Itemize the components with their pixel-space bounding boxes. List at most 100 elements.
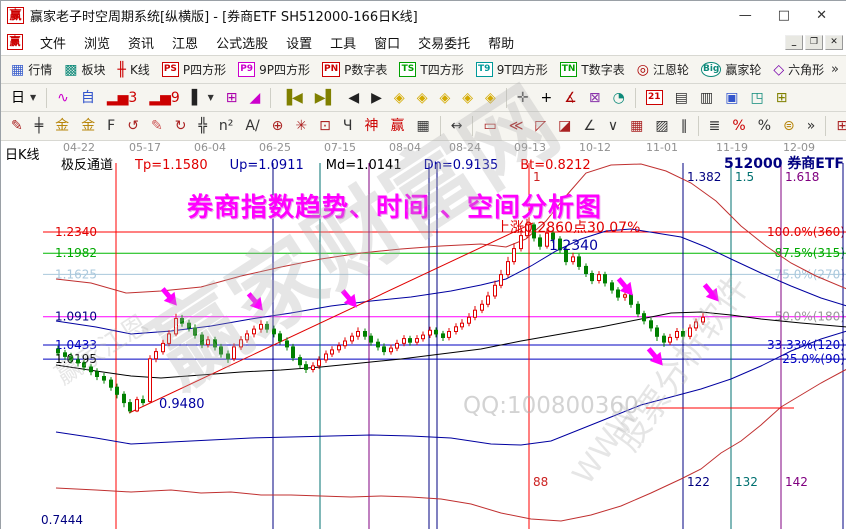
rect-frame-tool[interactable]: ▭: [477, 115, 502, 137]
trade-cart-button[interactable]: ⊞: [770, 87, 794, 109]
menu-item-2[interactable]: 浏览: [75, 29, 119, 56]
color-chart-tool[interactable]: ◢: [243, 87, 266, 109]
fib-f-tool[interactable]: F: [101, 115, 121, 137]
shen-tool[interactable]: 神: [358, 115, 384, 137]
next-bar-button[interactable]: ▶: [365, 87, 388, 109]
pencil2-tool[interactable]: ✎: [145, 115, 169, 137]
t9-square-button[interactable]: T99T四方形: [470, 58, 554, 81]
calendar-button[interactable]: 21: [640, 87, 669, 108]
gann-wheel-button[interactable]: ◎江恩轮: [631, 58, 695, 81]
maximize-button[interactable]: □: [778, 8, 790, 23]
notes-button[interactable]: ▥: [694, 87, 719, 109]
menu-item-4[interactable]: 江恩: [163, 29, 207, 56]
menu-item-3[interactable]: 资讯: [119, 29, 163, 56]
save-button[interactable]: ▣: [719, 87, 744, 109]
bars-3-tool[interactable]: ▂▅3: [101, 87, 143, 109]
toolbar-main-overflow[interactable]: »: [831, 62, 846, 77]
p-square-button[interactable]: PSP四方形: [156, 58, 232, 81]
width-marker-tool[interactable]: ↔: [445, 115, 469, 137]
spiral-tool[interactable]: ↺: [121, 115, 145, 137]
grid-arrow-tool[interactable]: ▨: [649, 115, 674, 137]
arc-square-tool[interactable]: ◸: [529, 115, 552, 137]
menu-item-6[interactable]: 设置: [277, 29, 321, 56]
hexagon-button[interactable]: ◇六角形: [767, 58, 830, 81]
starburst-tool[interactable]: ✳: [289, 115, 313, 137]
cycle-circle-tool[interactable]: ↻: [169, 115, 193, 137]
a-line-tool[interactable]: A/: [239, 115, 265, 137]
t-number-button[interactable]: TNT数字表: [554, 58, 631, 81]
diamond-expand-button[interactable]: ◈: [433, 87, 456, 109]
close-button[interactable]: ✕: [816, 8, 827, 23]
time-count-label: 122: [687, 475, 710, 489]
num-band-tool[interactable]: ▦: [410, 115, 435, 137]
bars-9-tool[interactable]: ▂▅9: [143, 87, 185, 109]
cycle-tool[interactable]: ◔: [607, 87, 631, 109]
winner-wheel-button[interactable]: Big赢家轮: [695, 58, 767, 81]
diamond-compress-button[interactable]: ◈: [456, 87, 479, 109]
menu-item-8[interactable]: 窗口: [365, 29, 409, 56]
fence2-tool[interactable]: ╬: [192, 115, 212, 137]
gold-num-tool[interactable]: 金: [49, 115, 75, 137]
sectors-button[interactable]: ▩板块: [58, 58, 111, 81]
menu-item-5[interactable]: 公式选股: [207, 29, 277, 56]
crosshair-tool[interactable]: +: [535, 87, 559, 109]
ying-tool[interactable]: 赢: [384, 115, 410, 137]
draw-overflow-1[interactable]: »: [801, 115, 822, 137]
period-day-dropdown[interactable]: 日▼: [5, 87, 42, 109]
prev-bar-button[interactable]: ◀: [342, 87, 365, 109]
ratio-rule-tool[interactable]: ≣: [703, 115, 727, 137]
wave-period-tool[interactable]: ∿: [51, 87, 75, 109]
draw-pencil-tool[interactable]: ✎: [5, 115, 29, 137]
t-square-button[interactable]: TST四方形: [393, 58, 469, 81]
p-number-button[interactable]: PNP数字表: [316, 58, 393, 81]
gann-fence-tool[interactable]: ╪: [29, 115, 49, 137]
shade-square-tool[interactable]: ◪: [552, 115, 577, 137]
gold-price-tool[interactable]: 金: [75, 115, 101, 137]
pattern-tool[interactable]: ⊞: [220, 87, 244, 109]
hexagon-button-label: 六角形: [788, 61, 824, 78]
kline-button[interactable]: ╫K线: [112, 58, 156, 81]
grid-target-tool[interactable]: ⊡: [313, 115, 337, 137]
angle-line-tool[interactable]: ∠: [577, 115, 602, 137]
calculator-button[interactable]: ▤: [669, 87, 694, 109]
zigzag-tool[interactable]: ∨: [602, 115, 624, 137]
note-tool[interactable]: 自: [75, 87, 101, 109]
first-bar-button[interactable]: ▐◀: [275, 87, 309, 109]
tick-tool[interactable]: Ч: [337, 115, 359, 137]
pane-period-label[interactable]: 日K线: [5, 144, 40, 163]
chart-area[interactable]: 1.2340100.0%(360)1.198287.5%(315)1.16257…: [1, 141, 846, 529]
menu-item-10[interactable]: 帮助: [479, 29, 523, 56]
menu-item-1[interactable]: 文件: [31, 29, 75, 56]
hand-tool[interactable]: ✛: [511, 87, 535, 109]
diamond-reset-button[interactable]: ◈: [479, 87, 502, 109]
window-title: 赢家老子时空周期系统[纵横版] - [券商ETF SH512000-166日K线…: [30, 6, 418, 25]
gann-fan-tool[interactable]: ≪: [503, 115, 530, 137]
menu-item-9[interactable]: 交易委托: [409, 29, 479, 56]
n-square-tool[interactable]: n²: [213, 115, 240, 137]
minimize-button[interactable]: —: [739, 8, 752, 23]
mdi-minimize-button[interactable]: _: [785, 35, 803, 50]
p9-square-button[interactable]: P99P四方形: [232, 58, 316, 81]
grid-red-tool[interactable]: ▦: [624, 115, 649, 137]
parallel-tool[interactable]: ∥: [675, 115, 694, 137]
diamond-right-button[interactable]: ◈: [411, 87, 434, 109]
last-bar-button[interactable]: ▶▌: [309, 87, 343, 109]
percent-line-tool[interactable]: %: [726, 115, 751, 137]
angle-tool[interactable]: ∡: [558, 87, 583, 109]
quotes-button-label: 行情: [28, 61, 52, 78]
mdi-close-button[interactable]: ✕: [825, 35, 843, 50]
menu-item-7[interactable]: 工具: [321, 29, 365, 56]
quotes-button[interactable]: ▦行情: [5, 58, 58, 81]
candle-body-94: [669, 337, 672, 342]
gann-grid-tool[interactable]: ⊠: [583, 87, 607, 109]
target-tool[interactable]: ⊕: [266, 115, 290, 137]
final-grid-tool[interactable]: ⊞: [830, 115, 846, 137]
export-button[interactable]: ◳: [745, 87, 770, 109]
diamond-left-button[interactable]: ◈: [388, 87, 411, 109]
candle-style-dropdown[interactable]: ▌▼: [186, 87, 220, 109]
candle-body-35: [286, 341, 289, 347]
golden-circle-tool[interactable]: ⊜: [777, 115, 801, 137]
mdi-restore-button[interactable]: ❐: [805, 35, 823, 50]
kline-button-icon: ╫: [118, 62, 126, 78]
percent-tool[interactable]: %: [752, 115, 777, 137]
